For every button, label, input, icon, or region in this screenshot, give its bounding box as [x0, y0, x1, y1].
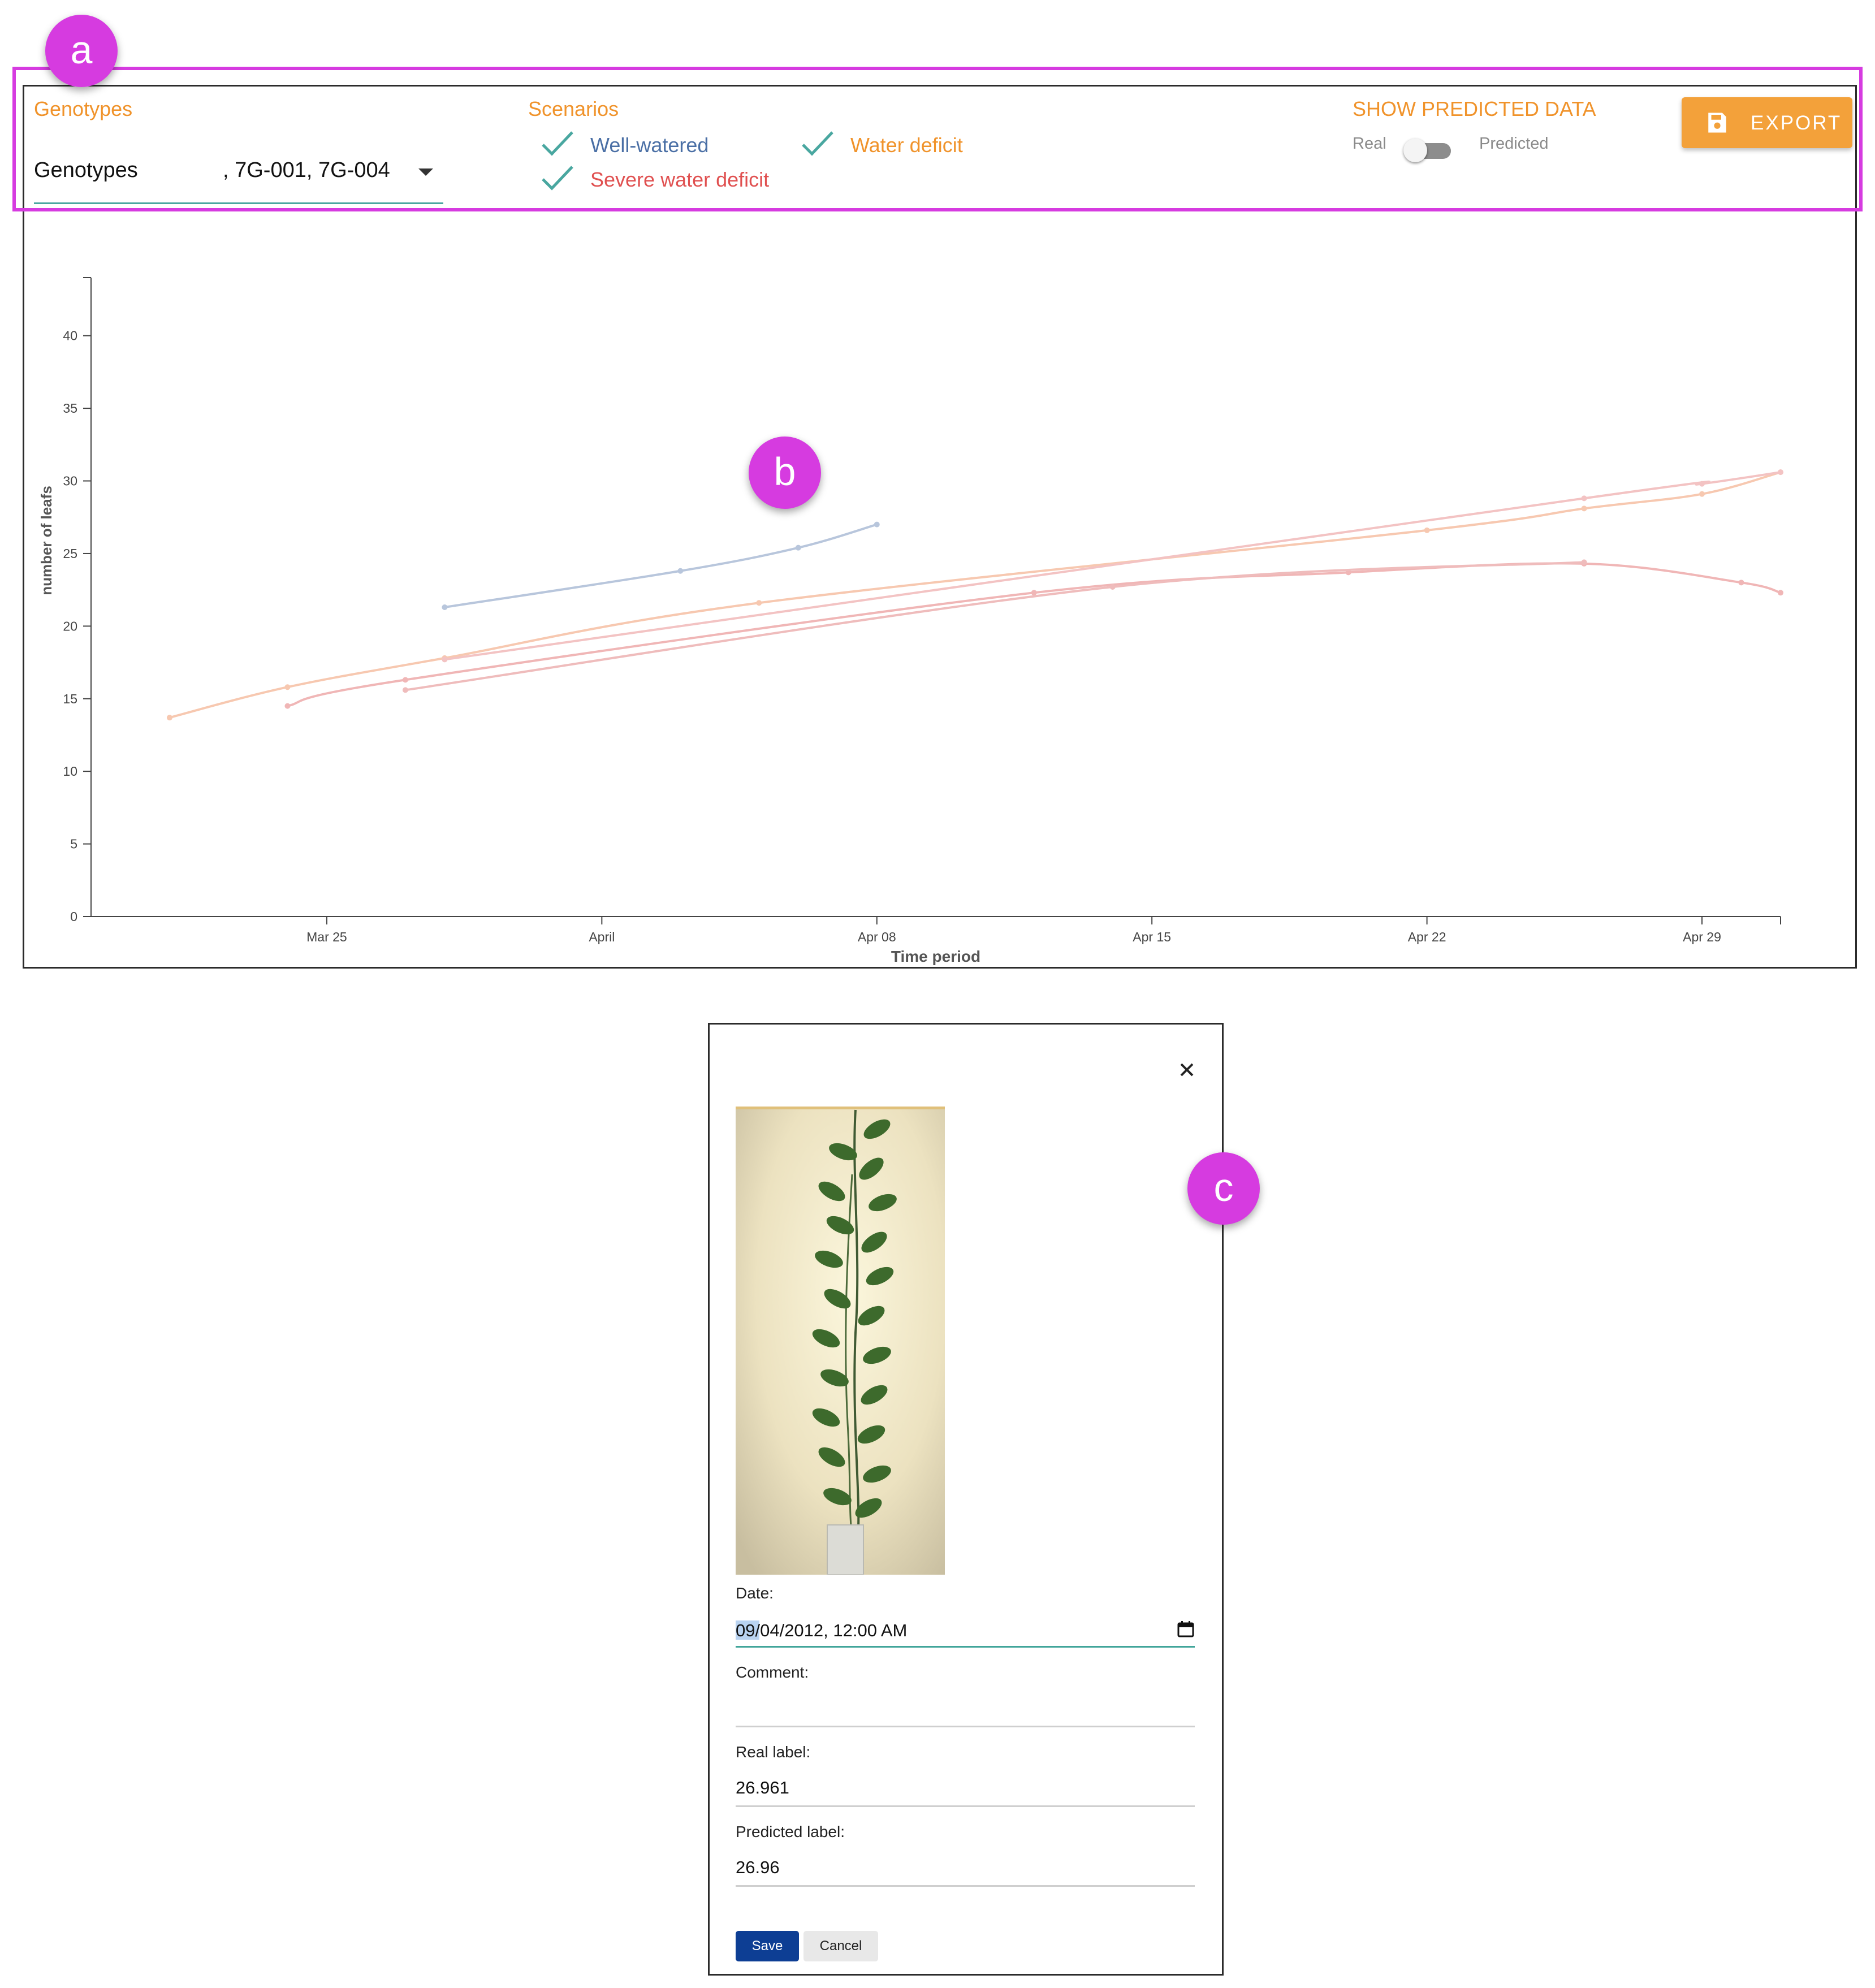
export-label: EXPORT	[1751, 112, 1842, 134]
genotypes-label: Genotypes	[34, 97, 133, 120]
data-point	[1699, 491, 1705, 497]
genotype-select-value: , 7G-001, 7G-004	[223, 158, 390, 182]
data-point	[442, 604, 448, 610]
toggle-predicted-label: Predicted	[1479, 135, 1549, 153]
x-tick-label: Apr 15	[1133, 930, 1171, 944]
comment-input[interactable]	[736, 1697, 1195, 1722]
y-tick-label: 35	[63, 401, 77, 416]
data-point	[402, 687, 408, 693]
save-button[interactable]: Save	[736, 1931, 799, 1961]
checkmark-icon[interactable]	[801, 128, 835, 159]
plant-photo	[736, 1107, 945, 1575]
y-tick-label: 0	[70, 909, 77, 924]
x-tick-label: Apr 29	[1683, 930, 1721, 944]
export-button[interactable]: EXPORT	[1682, 97, 1852, 148]
real-label-label: Real label:	[736, 1743, 811, 1761]
series-line-4	[444, 471, 1781, 661]
y-tick-label: 30	[63, 474, 77, 489]
data-point	[1778, 469, 1783, 476]
x-tick-label: Apr 08	[858, 930, 896, 944]
data-point-dialog: Date: 09/04/2012, 12:00 AM Comment: Real…	[708, 1023, 1224, 1976]
predicted-toggle[interactable]	[1403, 136, 1454, 164]
data-point	[1581, 495, 1587, 502]
x-tick-label: Mar 25	[306, 930, 347, 944]
marker-a: a	[45, 15, 118, 87]
date-underline	[736, 1646, 1195, 1648]
y-tick-label: 15	[63, 692, 77, 706]
y-tick-label: 20	[63, 619, 77, 633]
scenario-label: Well-watered	[590, 133, 709, 157]
data-point	[1109, 584, 1116, 590]
data-point	[1778, 590, 1783, 596]
save-icon	[1708, 113, 1726, 133]
data-point	[402, 677, 408, 683]
scenario-label: Water deficit	[850, 133, 963, 157]
date-label: Date:	[736, 1584, 774, 1602]
calendar-icon[interactable]	[1177, 1620, 1195, 1638]
series-line-2	[287, 562, 1781, 707]
marker-b: b	[749, 437, 821, 509]
scenario-well-watered[interactable]: Well-watered	[541, 128, 755, 159]
data-point	[284, 684, 291, 690]
data-point	[166, 715, 172, 721]
data-point	[1581, 505, 1587, 512]
scenarios-label: Scenarios	[528, 97, 619, 120]
scenario-severe-water-deficit[interactable]: Severe water deficit	[541, 162, 812, 194]
real-label-underline	[736, 1805, 1195, 1807]
data-point	[1031, 590, 1037, 596]
chevron-down-icon[interactable]	[418, 168, 433, 176]
scenario-label: Severe water deficit	[590, 168, 770, 191]
genotype-select-prefix: Genotypes	[34, 158, 138, 182]
marker-c: c	[1187, 1152, 1260, 1225]
y-tick-label: 10	[63, 764, 77, 779]
checkmark-icon[interactable]	[541, 128, 574, 159]
data-point	[677, 568, 684, 574]
genotype-select[interactable]: Genotypes , 7G-001, 7G-004	[34, 148, 443, 204]
scenario-water-deficit[interactable]: Water deficit	[801, 128, 1016, 159]
show-predicted-title: SHOW PREDICTED DATA	[1353, 97, 1596, 120]
real-label-input[interactable]: 26.961	[736, 1778, 789, 1798]
data-point	[1424, 527, 1430, 533]
comment-label: Comment:	[736, 1663, 809, 1681]
x-axis-title: Time period	[891, 948, 980, 965]
predicted-label-underline	[736, 1885, 1195, 1887]
date-input[interactable]: 09/04/2012, 12:00 AM	[736, 1620, 907, 1641]
predicted-label-input[interactable]: 26.96	[736, 1857, 780, 1878]
comment-underline	[736, 1726, 1195, 1727]
data-point	[1699, 481, 1705, 487]
cancel-button[interactable]: Cancel	[803, 1931, 878, 1961]
predicted-label-label: Predicted label:	[736, 1823, 845, 1840]
x-tick-label: Apr 22	[1408, 930, 1446, 944]
series-line-1	[169, 471, 1781, 719]
x-tick-label: April	[589, 930, 615, 944]
data-point	[756, 600, 762, 606]
chart-panel: 0 5 10 15 20 25 30 35 40 Mar 25 April Apr 08 Apr 15 A…	[23, 85, 1857, 969]
y-tick-label: 5	[70, 837, 77, 852]
data-point	[795, 544, 801, 551]
series-line-0	[444, 523, 878, 608]
y-axis-title: number of leafs	[38, 486, 55, 595]
close-icon[interactable]	[1174, 1057, 1199, 1082]
toggle-real-label: Real	[1353, 135, 1386, 153]
data-point	[1738, 580, 1744, 586]
data-point	[874, 521, 880, 528]
leaf-count-chart: 0 5 10 15 20 25 30 35 40 Mar 25 April Apr 08 Apr 15 A…	[38, 277, 1783, 965]
data-point	[442, 656, 448, 663]
y-tick-label: 40	[63, 329, 77, 343]
y-tick-label: 25	[63, 546, 77, 561]
data-point	[1581, 559, 1587, 565]
toggle-thumb[interactable]	[1403, 139, 1427, 162]
checkmark-icon[interactable]	[541, 162, 574, 194]
data-point	[284, 703, 291, 709]
